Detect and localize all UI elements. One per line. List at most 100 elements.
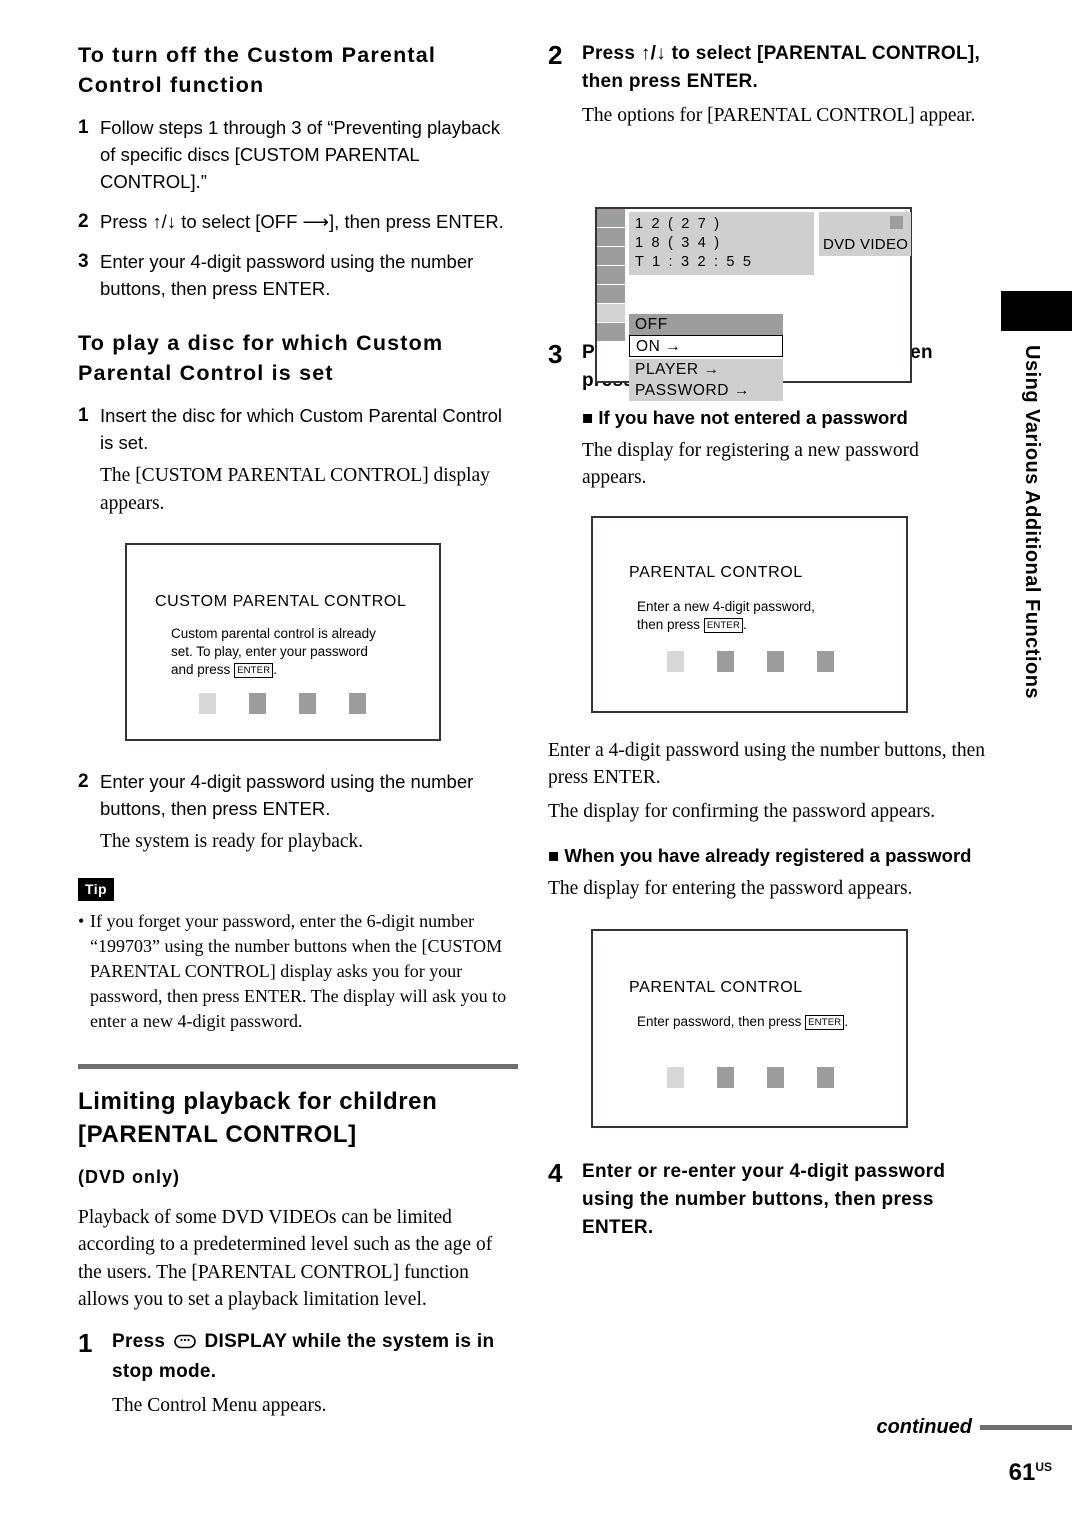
- screen-line-2: then press ENTER.: [637, 616, 834, 634]
- step-item: 4 Enter or re-enter your 4-digit passwor…: [548, 1158, 988, 1242]
- step-text-a: Press: [112, 1330, 166, 1352]
- control-menu-option-off[interactable]: OFF: [629, 314, 783, 335]
- heading-line-2: [PARENTAL CONTROL]: [78, 1120, 357, 1148]
- subheading-note: The display for entering the password ap…: [548, 878, 913, 899]
- step-note: The system is ready for playback.: [100, 831, 364, 852]
- side-tab-marker: [1001, 291, 1072, 331]
- subheading-text: When you have already registered a passw…: [564, 845, 972, 866]
- dvd-control-menu-screen: 1 2 ( 2 7 ) 1 8 ( 3 4 ) T 1 : 3 2 : 5 5 …: [595, 207, 912, 401]
- step-number: 4: [548, 1157, 563, 1188]
- continued-label: continued: [876, 1416, 972, 1438]
- tip-badge: Tip: [78, 877, 114, 901]
- password-box: [667, 650, 684, 672]
- step-number: 3: [548, 338, 563, 369]
- screen-line-1: Enter a new 4-digit password,: [637, 598, 815, 614]
- step-item: 1 Follow steps 1 through 3 of “Preventin…: [78, 114, 518, 195]
- option-label: PLAYER →: [635, 361, 720, 378]
- page-number-value: 61: [1008, 1459, 1036, 1486]
- tip-body: • If you forget your password, enter the…: [78, 909, 518, 1034]
- option-label: ON →: [636, 338, 682, 355]
- control-menu-icon: [597, 228, 625, 247]
- step-note: The options for [PARENTAL CONTROL] appea…: [582, 105, 976, 126]
- heading-play-disc-custom-parental-control: To play a disc for which Custom Parental…: [78, 331, 444, 385]
- parental-control-enter-password-screen: PARENTAL CONTROL Enter password, then pr…: [591, 928, 908, 1128]
- screen-line-3-b: .: [273, 662, 278, 677]
- option-label: OFF: [635, 316, 668, 333]
- disc-icon: [890, 216, 903, 229]
- control-menu-icon-selected: [597, 304, 625, 323]
- step-number: 2: [78, 771, 89, 792]
- dvd-only-label: (DVD only): [78, 1166, 180, 1187]
- screen-line-3: and press ENTER.: [171, 661, 376, 679]
- control-menu-icon: [597, 323, 625, 342]
- control-menu-icon: [597, 209, 625, 228]
- control-menu-option-player[interactable]: PLAYER →: [629, 359, 783, 380]
- step-number: 1: [78, 117, 89, 138]
- subheading-text: If you have not entered a password: [598, 406, 908, 428]
- password-box: [299, 693, 316, 714]
- screen-line-2-b: .: [743, 616, 747, 632]
- step-text: Enter your 4-digit password using the nu…: [100, 771, 474, 819]
- control-menu-icon: [597, 285, 625, 304]
- control-menu-icon: [597, 266, 625, 285]
- option-label: PASSWORD →: [635, 382, 751, 399]
- info-line-1: 1 2 ( 2 7 ): [635, 216, 722, 232]
- password-boxes: [667, 1066, 848, 1088]
- step-text: Press ↑/↓ to select [PARENTAL CONTROL], …: [582, 43, 981, 92]
- enter-key-icon: ENTER: [703, 617, 744, 633]
- step-text: Enter or re-enter your 4-digit password …: [582, 1160, 946, 1238]
- subheading-no-password: ■ If you have not entered a password: [582, 405, 988, 431]
- info-line-2: 1 8 ( 3 4 ): [635, 235, 722, 251]
- password-box: [249, 693, 266, 714]
- step-note: The Control Menu appears.: [112, 1394, 327, 1416]
- screen-line-1-a: Enter password, then press: [637, 1013, 802, 1029]
- tip-block: Tip • If you forget your password, enter…: [78, 877, 518, 1034]
- step-text: Follow steps 1 through 3 of “Preventing …: [100, 117, 501, 192]
- step-text: Enter your 4-digit password using the nu…: [100, 251, 474, 299]
- screen-title: PARENTAL CONTROL: [629, 563, 803, 581]
- control-menu-option-password[interactable]: PASSWORD →: [629, 380, 783, 401]
- intro-paragraph: Playback of some DVD VIDEOs can be limit…: [78, 1206, 493, 1311]
- screen-line-2: set. To play, enter your password: [171, 644, 368, 659]
- subheading-note: The display for registering a new passwo…: [582, 439, 919, 489]
- enter-key-icon: ENTER: [805, 1014, 845, 1030]
- step-item: 3 Enter your 4-digit password using the …: [78, 248, 518, 302]
- password-box: [667, 1066, 684, 1088]
- password-box: [817, 1066, 834, 1088]
- subheading-already-registered: ■ When you have already registered a pas…: [548, 843, 988, 869]
- custom-parental-control-screen: CUSTOM PARENTAL CONTROL Custom parental …: [125, 543, 441, 741]
- screen-line-1: Enter password, then press ENTER.: [637, 1013, 848, 1031]
- control-menu-icon-column: [597, 209, 625, 342]
- manual-page: To turn off the Custom Parental Control …: [0, 0, 1080, 1529]
- step-item: 1 Press DISPLAY while the system is in s…: [78, 1328, 518, 1420]
- control-menu-icon: [597, 247, 625, 266]
- password-box: [199, 693, 216, 714]
- step-number: 2: [548, 40, 563, 70]
- note-enter-password: Enter a 4-digit password using the numbe…: [548, 739, 986, 789]
- heading-line-1: Limiting playback for children: [78, 1087, 438, 1115]
- password-box: [767, 1066, 784, 1088]
- step-number: 1: [78, 1327, 93, 1358]
- side-tab-label: Using Various Additional Functions: [1021, 345, 1043, 700]
- continued-rule: [980, 1425, 1072, 1430]
- square-bullet-icon: ■: [548, 845, 560, 866]
- password-boxes: [667, 650, 834, 672]
- step-number: 3: [78, 251, 89, 272]
- control-menu-info-panel: 1 2 ( 2 7 ) 1 8 ( 3 4 ) T 1 : 3 2 : 5 5: [629, 212, 814, 275]
- screen-line-1: Custom parental control is already: [171, 626, 376, 641]
- disc-type-badge: DVD VIDEO: [819, 212, 911, 256]
- step-number: 2: [78, 211, 89, 232]
- step-number: 1: [78, 405, 89, 426]
- password-boxes: [199, 693, 376, 714]
- step-item: 1 Insert the disc for which Custom Paren…: [78, 402, 518, 517]
- password-box: [717, 1066, 734, 1088]
- step-text-b: DISPLAY while the system is in stop mode…: [112, 1330, 495, 1382]
- step-item: 2 Press ↑/↓ to select [OFF ⟶], then pres…: [78, 208, 518, 235]
- step-text: Press DISPLAY while the system is in sto…: [112, 1328, 518, 1386]
- control-menu-option-on[interactable]: ON →: [629, 335, 783, 357]
- password-box: [767, 650, 784, 672]
- step-item: 2 Enter your 4-digit password using the …: [78, 768, 518, 856]
- left-column: To turn off the Custom Parental Control …: [78, 40, 518, 1432]
- step-note: The [CUSTOM PARENTAL CONTROL] display ap…: [100, 465, 490, 514]
- heading-turn-off-custom-parental-control: To turn off the Custom Parental Control …: [78, 43, 437, 97]
